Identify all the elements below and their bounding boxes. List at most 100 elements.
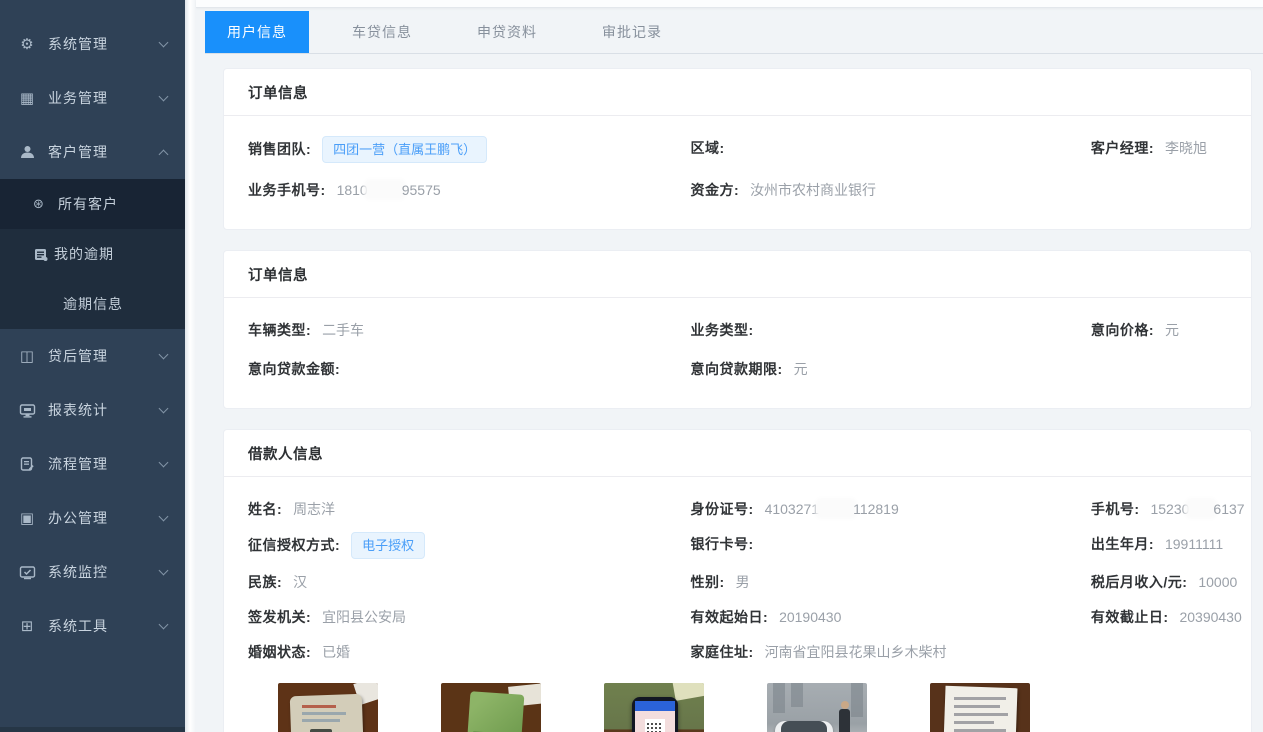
sidebar-item-overdue-info[interactable]: 逾期信息 — [0, 279, 185, 329]
wheel-icon: ⊛ — [33, 197, 53, 212]
phone-header-bar — [635, 701, 675, 711]
field-value: 宜阳县公安局 — [322, 609, 406, 625]
photo-person-with-car: 人车合影 — [767, 683, 867, 732]
photo-license-booklet: 驾驶证副页 — [441, 683, 541, 732]
credit-auth-tag[interactable]: 电子授权 — [351, 532, 425, 559]
sidebar-item-label: 贷后管理 — [48, 346, 160, 366]
tab-loan-application-docs[interactable]: 申贷资料 — [455, 11, 559, 53]
field-credit-auth: 征信授权方式: 电子授权 — [248, 532, 691, 559]
field-valid-from: 有效起始日: 20190430 — [691, 605, 1091, 629]
redacted-blur — [819, 502, 853, 515]
field-birth: 出生年月: 19911111 — [1091, 532, 1227, 559]
sidebar-item-business-mgmt[interactable]: ▦ 业务管理 — [0, 71, 185, 125]
field-label: 婚姻状态: — [248, 644, 311, 660]
field-value: 元 — [794, 361, 808, 377]
card-title: 订单信息 — [224, 251, 1251, 298]
field-label: 税后月收入/元: — [1091, 574, 1188, 590]
field-value: 20190430 — [779, 609, 841, 625]
app-window: ⚙ 系统管理 ▦ 业务管理 客户管理 ⊛ 所有客户 — [0, 0, 1263, 732]
order-info-card: 订单信息 销售团队: 四团一营（直属王鹏飞） 区域: 客户经理: — [223, 68, 1252, 230]
chevron-down-icon — [159, 620, 169, 630]
field-value: 李晓旭 — [1165, 140, 1207, 156]
field-id-number: 身份证号: 4103271112819 — [691, 497, 1091, 521]
chevron-down-icon — [159, 38, 169, 48]
field-label: 征信授权方式: — [248, 537, 340, 553]
person-car-photo-thumbnail[interactable] — [767, 683, 867, 732]
field-label: 家庭住址: — [691, 644, 754, 660]
tab-user-info[interactable]: 用户信息 — [205, 11, 309, 53]
borrower-photos: 身份证 驾驶证副页 — [248, 683, 1227, 732]
monitor-icon — [15, 403, 39, 418]
field-label: 区域: — [691, 140, 725, 156]
field-issuing-authority: 签发机关: 宜阳县公安局 — [248, 605, 691, 629]
sidebar-item-process-mgmt[interactable]: 流程管理 — [0, 437, 185, 491]
field-business-phone: 业务手机号: 181095575 — [248, 178, 691, 202]
field-label: 意向价格: — [1091, 322, 1154, 338]
tab-content: 订单信息 销售团队: 四团一营（直属王鹏飞） 区域: 客户经理: — [196, 54, 1263, 732]
field-label: 有效起始日: — [691, 609, 769, 625]
detail-tabs: 用户信息 车贷信息 申贷资料 审批记录 — [205, 11, 1263, 54]
field-label: 客户经理: — [1091, 140, 1154, 156]
gear-icon: ⚙ — [15, 35, 39, 53]
nested-square-icon: ▣ — [15, 509, 39, 527]
chevron-down-icon — [159, 92, 169, 102]
photo-authorization: 授权书 — [604, 683, 704, 732]
sidebar-item-label: 报表统计 — [48, 400, 160, 420]
id-card-photo-thumbnail[interactable] — [278, 683, 378, 732]
sidebar-item-office-mgmt[interactable]: ▣ 办公管理 — [0, 491, 185, 545]
sidebar-item-my-overdue[interactable]: 我的逾期 — [0, 229, 185, 279]
sidebar-item-system-mgmt[interactable]: ⚙ 系统管理 — [0, 17, 185, 71]
field-label: 车辆类型: — [248, 322, 311, 338]
customer-submenu: ⊛ 所有客户 我的逾期 逾期信息 — [0, 179, 185, 329]
field-value: 河南省宜阳县花果山乡木柴村 — [765, 644, 947, 660]
monitor-check-icon — [15, 565, 39, 580]
field-intended-price: 意向价格: 元 — [1091, 318, 1227, 342]
sidebar-item-postloan-mgmt[interactable]: ◫ 贷后管理 — [0, 329, 185, 383]
sidebar-item-system-tools[interactable]: ⊞ 系统工具 — [0, 599, 185, 653]
sidebar-item-report-stats[interactable]: 报表统计 — [0, 383, 185, 437]
sidebar-scrollbar[interactable] — [185, 0, 196, 732]
field-value: 20390430 — [1179, 609, 1241, 625]
field-value: 男 — [736, 574, 750, 590]
field-label: 身份证号: — [691, 501, 754, 517]
field-value: 10000 — [1198, 574, 1237, 590]
tags-view-bar — [196, 0, 1263, 8]
field-label: 手机号: — [1091, 501, 1140, 517]
main-area: 用户信息 车贷信息 申贷资料 审批记录 订单信息 销售团队: 四团一营（直属王鹏… — [196, 0, 1263, 732]
clipboard-edit-icon — [15, 456, 39, 472]
sidebar-item-all-customers[interactable]: ⊛ 所有客户 — [0, 179, 185, 229]
field-label: 姓名: — [248, 501, 282, 517]
authorization-photo-thumbnail[interactable] — [604, 683, 704, 732]
sidebar-item-customer-mgmt[interactable]: 客户管理 — [0, 125, 185, 179]
chevron-down-icon — [159, 350, 169, 360]
field-ethnicity: 民族: 汉 — [248, 570, 691, 594]
card-title: 订单信息 — [224, 69, 1251, 116]
field-value: 19911111 — [1165, 536, 1223, 552]
field-sales-team: 销售团队: 四团一营（直属王鹏飞） — [248, 136, 691, 163]
field-label: 签发机关: — [248, 609, 311, 625]
booklet-top-shape — [468, 691, 525, 732]
chevron-down-icon — [159, 566, 169, 576]
field-name: 姓名: 周志洋 — [248, 497, 691, 521]
field-label: 民族: — [248, 574, 282, 590]
sales-team-tag[interactable]: 四团一营（直属王鹏飞） — [322, 136, 487, 163]
tab-approval-records[interactable]: 审批记录 — [580, 11, 684, 53]
document-photo-thumbnail[interactable] — [930, 683, 1030, 732]
chevron-up-icon — [159, 149, 169, 159]
sidebar-item-system-monitor[interactable]: 系统监控 — [0, 545, 185, 599]
license-photo-thumbnail[interactable] — [441, 683, 541, 732]
field-valid-to: 有效截止日: 20390430 — [1091, 605, 1227, 629]
person-head-shape — [841, 701, 849, 709]
qr-code — [645, 719, 665, 732]
paper-sheet-shape — [942, 686, 1017, 732]
chevron-down-icon — [159, 404, 169, 414]
field-bank-card: 银行卡号: — [691, 532, 1091, 559]
square-plus-icon: ⊞ — [15, 617, 39, 635]
sidebar-subitem-label: 我的逾期 — [54, 244, 114, 264]
sidebar-item-label: 业务管理 — [48, 88, 160, 108]
photo-id-card: 身份证 — [278, 683, 378, 732]
sidebar-subitem-label: 逾期信息 — [63, 294, 123, 314]
tab-car-loan-info[interactable]: 车贷信息 — [330, 11, 434, 53]
field-label: 意向贷款期限: — [691, 361, 783, 377]
field-mobile: 手机号: 152306137 — [1091, 497, 1227, 521]
